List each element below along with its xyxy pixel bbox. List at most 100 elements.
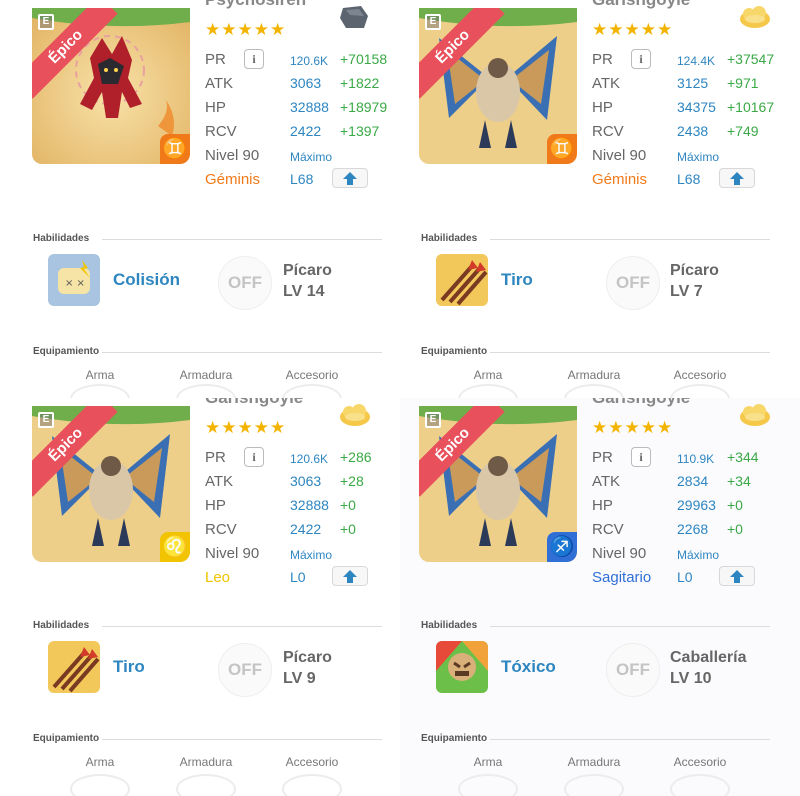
monster-card[interactable]: Garishgoyle E Épico ♊ ★★★★★ <box>400 0 800 398</box>
stat-value: 2834 <box>677 473 709 489</box>
star-rating: ★★★★★ <box>592 20 674 39</box>
role-name: Pícaro <box>283 649 332 666</box>
info-button[interactable]: i <box>244 447 264 467</box>
equip-label-accessory: Accesorio <box>285 368 339 382</box>
monster-name: Garishgoyle <box>205 398 303 408</box>
divider <box>102 239 382 240</box>
stat-value: 2268 <box>677 521 709 537</box>
equipment-section-title: Equipamiento <box>421 733 488 744</box>
equip-label-accessory: Accesorio <box>673 368 727 382</box>
skills-section-title: Habilidades <box>33 620 90 631</box>
equip-slot-weapon[interactable] <box>70 384 130 398</box>
stat-label: HP <box>205 99 226 116</box>
stat-value: 29963 <box>677 497 716 513</box>
equip-slot-accessory[interactable] <box>670 774 730 796</box>
off-toggle[interactable]: OFF <box>218 643 272 697</box>
monster-card[interactable]: Garishgoyle E Épico ♐ ★★★★★ <box>400 398 800 796</box>
zodiac-sign: Sagitario <box>592 569 652 586</box>
skill-name[interactable]: Tiro <box>501 270 533 290</box>
skill-name[interactable]: Tóxico <box>501 657 556 677</box>
upgrade-button[interactable] <box>719 168 755 188</box>
equip-slot-armor[interactable] <box>176 384 236 398</box>
monster-card[interactable]: Garishgoyle E Épico ♌ ★★★★★ <box>0 398 400 796</box>
stat-bonus: +0 <box>727 497 743 513</box>
stat-bonus: +286 <box>340 449 372 465</box>
edition-badge: E <box>425 14 441 30</box>
upgrade-button[interactable] <box>332 566 368 586</box>
stat-value: 110.9K <box>677 452 715 466</box>
level-label: Nivel 90 <box>205 147 260 164</box>
svg-text:× ×: × × <box>65 278 85 289</box>
level-label: Nivel 90 <box>592 147 647 164</box>
stat-value: 2422 <box>290 521 322 537</box>
equip-slot-accessory[interactable] <box>282 384 342 398</box>
monster-card[interactable]: Psychosiren E <box>0 0 400 398</box>
equipment-section-title: Equipamiento <box>421 346 488 357</box>
skill-name[interactable]: Tiro <box>113 657 145 677</box>
off-toggle[interactable]: OFF <box>606 643 660 697</box>
arrows-skill-icon[interactable] <box>48 641 100 693</box>
stat-bonus: +1822 <box>340 75 380 91</box>
stat-label: HP <box>205 497 226 514</box>
stat-bonus: +0 <box>340 521 356 537</box>
monster-portrait[interactable]: E Épico ♐ <box>419 406 577 562</box>
off-toggle[interactable]: OFF <box>218 256 272 310</box>
edition-badge: E <box>425 412 441 428</box>
equip-slot-weapon[interactable] <box>458 774 518 796</box>
equip-slot-weapon[interactable] <box>70 774 130 796</box>
equip-slot-armor[interactable] <box>176 774 236 796</box>
equip-slot-armor[interactable] <box>564 774 624 796</box>
upgrade-button[interactable] <box>719 566 755 586</box>
equip-slot-weapon[interactable] <box>458 384 518 398</box>
gemini-sign-icon: ♊ <box>547 134 577 164</box>
role-name: Pícaro <box>670 262 719 279</box>
collision-skill-icon[interactable]: × × <box>48 254 100 306</box>
arrow-up-icon <box>730 570 744 583</box>
stat-label: PR <box>592 51 613 68</box>
monster-portrait[interactable]: E Épico ♌ <box>32 406 190 562</box>
equip-slot-accessory[interactable] <box>670 384 730 398</box>
divider <box>102 626 382 627</box>
level-value: Máximo <box>290 548 333 562</box>
gemini-sign-icon: ♊ <box>160 134 190 164</box>
stat-value: 2438 <box>677 123 709 139</box>
upgrade-button[interactable] <box>332 168 368 188</box>
skill-name[interactable]: Colisión <box>113 270 180 290</box>
equip-slot-armor[interactable] <box>564 384 624 398</box>
divider <box>490 352 770 353</box>
zodiac-sign: Géminis <box>205 171 261 188</box>
equip-label-armor: Armadura <box>567 755 621 769</box>
equip-label-weapon: Arma <box>85 368 115 382</box>
stat-value: 124.4K <box>677 54 716 68</box>
stat-value: 120.6K <box>290 54 329 68</box>
stat-label: RCV <box>592 521 624 538</box>
stat-label: HP <box>592 497 613 514</box>
info-button[interactable]: i <box>244 49 264 69</box>
equip-label-weapon: Arma <box>473 368 503 382</box>
divider <box>102 739 382 740</box>
star-rating: ★★★★★ <box>205 418 287 437</box>
toxic-skill-icon[interactable] <box>436 641 488 693</box>
stat-bonus: +70158 <box>340 51 388 67</box>
sagittarius-sign-icon: ♐ <box>547 532 577 562</box>
arrows-skill-icon[interactable] <box>436 254 488 306</box>
stat-label: PR <box>592 449 613 466</box>
info-button[interactable]: i <box>631 49 651 69</box>
stat-label: ATK <box>592 473 621 490</box>
stat-bonus: +0 <box>727 521 743 537</box>
stat-label: ATK <box>205 75 234 92</box>
off-toggle[interactable]: OFF <box>606 256 660 310</box>
role-level: LV 7 <box>670 283 703 300</box>
stat-label: RCV <box>592 123 624 140</box>
stat-bonus: +10167 <box>727 99 775 115</box>
role-level: LV 10 <box>670 670 712 687</box>
monster-portrait[interactable]: E Épico ♊ <box>32 8 190 164</box>
stat-value: 3063 <box>290 75 322 91</box>
equip-slot-accessory[interactable] <box>282 774 342 796</box>
arrow-up-icon <box>343 570 357 583</box>
divider <box>490 739 770 740</box>
level-label: Nivel 90 <box>592 545 647 562</box>
stat-bonus: +0 <box>340 497 356 513</box>
monster-portrait[interactable]: E Épico ♊ <box>419 8 577 164</box>
info-button[interactable]: i <box>631 447 651 467</box>
